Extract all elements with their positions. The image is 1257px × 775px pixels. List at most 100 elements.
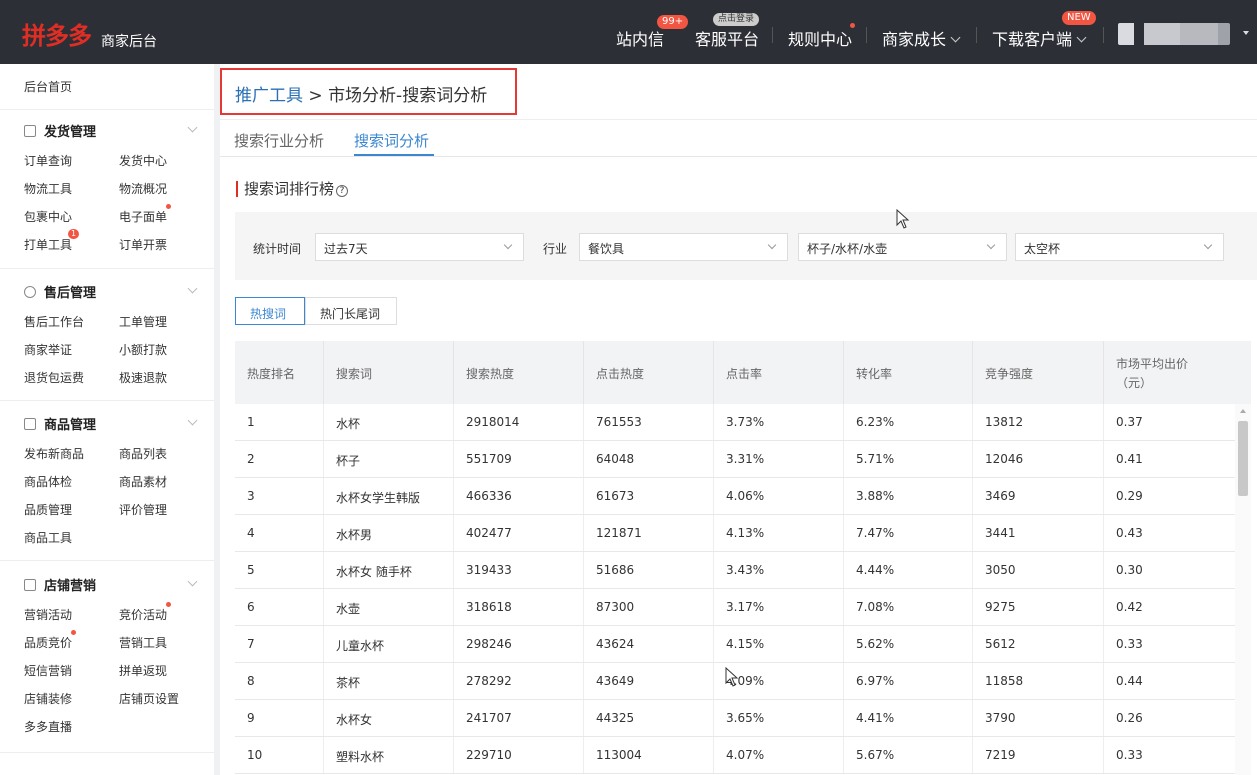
- sidebar-item-quality-bidding[interactable]: 品质竞价: [24, 634, 72, 651]
- col-keyword[interactable]: 搜索词: [324, 341, 454, 404]
- cell-competition: 12046: [973, 441, 1104, 477]
- chevron-down-icon[interactable]: [187, 415, 198, 426]
- cell-conversion: 3.88%: [844, 478, 973, 514]
- chevron-down-icon[interactable]: [187, 576, 198, 587]
- cell-search-heat: 298246: [454, 626, 584, 662]
- nav-download-label: 下载客户端: [992, 30, 1073, 49]
- sidebar-item-review-management[interactable]: 评价管理: [119, 501, 167, 518]
- table-row[interactable]: 6 水壶 318618 87300 3.17% 7.08% 9275 0.42: [235, 589, 1235, 626]
- sidebar-item-logistics-overview[interactable]: 物流概况: [119, 180, 167, 197]
- brand-logo[interactable]: 拼多多: [22, 16, 92, 51]
- cell-avg-bid: 0.42: [1116, 600, 1143, 614]
- time-label: 统计时间: [253, 242, 302, 256]
- chevron-down-icon[interactable]: [187, 122, 198, 133]
- caret-down-icon[interactable]: [1243, 31, 1249, 35]
- scrollbar-thumb[interactable]: [1238, 421, 1248, 496]
- nav-rules[interactable]: 规则中心: [788, 26, 852, 50]
- sidebar-item-sms-marketing[interactable]: 短信营销: [24, 662, 72, 679]
- sidebar-item-live-stream[interactable]: 多多直播: [24, 718, 72, 735]
- help-icon[interactable]: ?: [336, 185, 349, 197]
- nav-download[interactable]: 下载客户端: [992, 26, 1087, 50]
- nav-growth[interactable]: 商家成长: [882, 26, 961, 50]
- sidebar-item-fast-refund[interactable]: 极速退款: [119, 369, 167, 386]
- sidebar-item-product-tools[interactable]: 商品工具: [24, 529, 72, 546]
- col-ctr[interactable]: 点击率: [714, 341, 844, 404]
- sidebar-item-product-list[interactable]: 商品列表: [119, 445, 167, 462]
- table-row[interactable]: 1 水杯 2918014 761553 3.73% 6.23% 13812 0.37: [235, 404, 1235, 441]
- cell-rank: 6: [235, 589, 324, 625]
- cell-rank: 1: [235, 404, 324, 440]
- nav-service[interactable]: 客服平台: [695, 26, 759, 50]
- sidebar-divider: [0, 109, 214, 110]
- table-row[interactable]: 5 水杯女 随手杯 319433 51686 3.43% 4.44% 3050 0.30: [235, 552, 1235, 589]
- col-competition[interactable]: 竞争强度: [973, 341, 1104, 404]
- col-rank[interactable]: 热度排名: [235, 341, 324, 404]
- sidebar-item-package-center[interactable]: 包裹中心: [24, 208, 72, 225]
- sidebar-item-merchant-evidence[interactable]: 商家举证: [24, 341, 72, 358]
- scroll-up-arrow-icon[interactable]: [1240, 409, 1246, 413]
- sidebar-item-marketing-events[interactable]: 营销活动: [24, 606, 72, 623]
- sidebar-section-label: 商品管理: [44, 418, 97, 433]
- col-search-heat[interactable]: 搜索热度: [454, 341, 584, 404]
- table-row[interactable]: 2 杯子 551709 64048 3.31% 5.71% 12046 0.41: [235, 441, 1235, 478]
- sidebar-item-store-page-settings[interactable]: 店铺页设置: [119, 690, 179, 707]
- sidebar-section-shipping[interactable]: 发货管理: [24, 121, 96, 140]
- sidebar-section-marketing[interactable]: 店铺营销: [24, 575, 96, 594]
- sidebar-item-product-checkup[interactable]: 商品体检: [24, 473, 72, 490]
- segment-long-tail-keywords[interactable]: 热门长尾词: [305, 297, 397, 325]
- cell-click-heat: 44325: [584, 700, 714, 736]
- nav-messages[interactable]: 站内信: [616, 26, 664, 50]
- category-level3-select[interactable]: 太空杯: [1015, 233, 1224, 261]
- table-row[interactable]: 4 水杯男 402477 121871 4.13% 7.47% 3441 0.43: [235, 515, 1235, 552]
- table-row[interactable]: 9 水杯女 241707 44325 3.65% 4.41% 3790 0.26: [235, 700, 1235, 737]
- sidebar-item-bidding-events[interactable]: 竞价活动: [119, 606, 167, 623]
- check-circle-icon: [24, 286, 36, 298]
- cell-search-heat: 229710: [454, 737, 584, 773]
- new-dot: [71, 630, 76, 635]
- user-account[interactable]: [1118, 23, 1230, 45]
- industry-select[interactable]: 餐饮具: [579, 233, 788, 261]
- cell-conversion: 5.62%: [844, 626, 973, 662]
- breadcrumb-link-promotion-tools[interactable]: 推广工具: [235, 86, 303, 106]
- sidebar-item-product-assets[interactable]: 商品素材: [119, 473, 167, 490]
- sidebar-section-products[interactable]: 商品管理: [24, 414, 96, 433]
- sidebar-item-print-tool[interactable]: 打单工具: [24, 236, 72, 253]
- document-icon: [24, 125, 36, 137]
- tab-industry-analysis[interactable]: 搜索行业分析: [234, 130, 324, 151]
- sidebar-item-after-sales-desk[interactable]: 售后工作台: [24, 313, 84, 330]
- cell-ctr: 4.13%: [714, 515, 844, 551]
- sidebar-item-store-decoration[interactable]: 店铺装修: [24, 690, 72, 707]
- sidebar-item-marketing-tools[interactable]: 营销工具: [119, 634, 167, 651]
- sidebar-item-home[interactable]: 后台首页: [24, 78, 72, 95]
- cell-rank: 5: [235, 552, 324, 588]
- sidebar-item-e-waybill[interactable]: 电子面单: [119, 208, 167, 225]
- cell-keyword: 茶杯: [324, 663, 454, 699]
- table-row[interactable]: 7 儿童水杯 298246 43624 4.15% 5.62% 5612 0.33: [235, 626, 1235, 663]
- sidebar-item-invoice[interactable]: 订单开票: [119, 236, 167, 253]
- chevron-down-icon[interactable]: [187, 283, 198, 294]
- sidebar-item-ticket-management[interactable]: 工单管理: [119, 313, 167, 330]
- col-conversion[interactable]: 转化率: [844, 341, 973, 404]
- segment-hot-keywords[interactable]: 热搜词: [235, 297, 305, 325]
- sidebar-item-shipping-center[interactable]: 发货中心: [119, 152, 167, 169]
- sidebar-item-order-query[interactable]: 订单查询: [24, 152, 72, 169]
- table-row[interactable]: 3 水杯女学生韩版 466336 61673 4.06% 3.88% 3469 0.29: [235, 478, 1235, 515]
- sidebar-item-small-payment[interactable]: 小额打款: [119, 341, 167, 358]
- sidebar-item-group-cashback[interactable]: 拼单返现: [119, 662, 167, 679]
- category-level2-select[interactable]: 杯子/水杯/水壶: [798, 233, 1007, 261]
- col-avg-bid[interactable]: 市场平均出价 （元）: [1104, 341, 1251, 404]
- sidebar-item-return-shipping[interactable]: 退货包运费: [24, 369, 84, 386]
- sidebar-item-logistics-tools[interactable]: 物流工具: [24, 180, 72, 197]
- cell-click-heat: 43624: [584, 626, 714, 662]
- sidebar-item-quality-management[interactable]: 品质管理: [24, 501, 72, 518]
- cell-search-heat: 241707: [454, 700, 584, 736]
- sidebar-item-new-product[interactable]: 发布新商品: [24, 445, 84, 462]
- sidebar-section-after-sales[interactable]: 售后管理: [24, 282, 96, 301]
- cell-avg-bid: 0.43: [1116, 526, 1143, 540]
- cell-avg-bid: 0.30: [1116, 563, 1143, 577]
- col-click-heat[interactable]: 点击热度: [584, 341, 714, 404]
- table-row[interactable]: 10 塑料水杯 229710 113004 4.07% 5.67% 7219 0.33: [235, 737, 1235, 774]
- time-select[interactable]: 过去7天: [315, 233, 524, 261]
- cell-ctr: 4.07%: [714, 737, 844, 773]
- tab-keyword-analysis[interactable]: 搜索词分析: [354, 130, 429, 151]
